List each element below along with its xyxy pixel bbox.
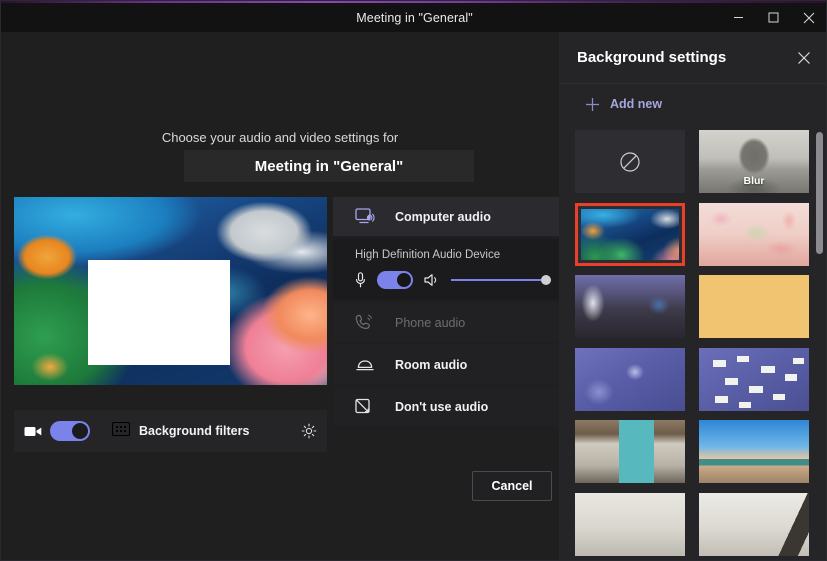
sticky-notes-art [699,348,809,411]
meeting-title-banner: Meeting in "General" [184,150,474,182]
teams-meeting-prejoin-window: Meeting in "General" Choose your audio a… [0,0,827,561]
add-new-background-button[interactable]: Add new [559,84,827,124]
speaker-icon [424,273,440,287]
panel-title: Background settings [577,49,726,66]
background-thumbnail-none[interactable] [575,130,685,193]
background-thumbnail-colorful-bookshelf[interactable] [699,275,809,338]
audio-option-label: Phone audio [395,316,465,330]
background-thumbnail-blur[interactable]: Blur [699,130,809,193]
phone-audio-icon [355,314,377,332]
background-thumbnail-sticky-notes[interactable] [699,348,809,411]
volume-slider[interactable] [451,273,551,287]
plus-icon [585,97,600,112]
microphone-icon [355,272,366,288]
audio-option-computer-audio[interactable]: Computer audio [333,197,561,236]
computer-audio-icon [355,208,377,226]
background-thumbnail-pink-fairground[interactable] [699,203,809,266]
video-preview-controls: Background filters [14,410,327,452]
cancel-button[interactable]: Cancel [472,471,552,501]
pink-fairground-art [699,203,809,266]
close-icon[interactable] [797,51,811,65]
maximize-button[interactable] [756,3,791,32]
camera-toggle[interactable] [50,421,90,441]
prejoin-prompt: Choose your audio and video settings for [2,130,558,145]
audio-device-block: High Definition Audio Device [333,239,561,300]
background-thumbnail-white-room-corner[interactable] [699,493,809,556]
background-thumbnail-office-lounge[interactable] [575,420,685,483]
white-room-corner-art [699,493,809,556]
background-thumbnail-desert-sky[interactable] [699,420,809,483]
window-controls [721,3,826,32]
video-preview[interactable] [14,197,327,385]
audio-option-dont-use-audio[interactable]: Don't use audio [333,387,561,426]
audio-option-phone-audio[interactable]: Phone audio [333,303,561,342]
coral-reef-art [581,209,679,260]
background-thumbnail-white-room[interactable] [575,493,685,556]
microphone-toggle[interactable] [377,271,413,289]
background-filters-icon [112,422,130,441]
audio-option-label: Computer audio [395,210,491,224]
background-thumbnail-soft-blue[interactable] [575,348,685,411]
volume-slider-knob[interactable] [541,275,551,285]
desert-sky-art [699,420,809,483]
office-lounge-art [575,420,685,483]
background-thumbnail-living-room[interactable] [575,275,685,338]
room-audio-icon [355,357,377,373]
audio-device-controls [355,271,561,289]
video-preview-redaction-box [88,260,230,365]
add-new-label: Add new [610,97,662,111]
white-room-art [575,493,685,556]
audio-option-room-audio[interactable]: Room audio [333,345,561,384]
microphone-toggle-knob [397,273,411,287]
panel-vertical-scrollbar-thumb[interactable] [816,132,823,254]
panel-header: Background settings [559,32,827,84]
window-accent-bar [1,1,827,3]
no-background-icon [575,130,685,193]
minimize-button[interactable] [721,3,756,32]
living-room-art [575,275,685,338]
soft-blue-art [575,348,685,411]
audio-option-label: Room audio [395,358,467,372]
close-button[interactable] [791,3,826,32]
audio-device-name: High Definition Audio Device [355,249,561,261]
background-thumbnail-caption: Blur [699,175,809,187]
window-title: Meeting in "General" [356,11,473,25]
panel-vertical-scrollbar[interactable] [816,132,823,561]
colorful-bookshelf-art [699,275,809,338]
background-filters-button[interactable]: Background filters [112,422,249,441]
camera-toggle-knob [72,423,88,439]
meeting-title-text: Meeting in "General" [255,158,403,175]
audio-option-label: Don't use audio [395,400,488,414]
camera-icon [24,425,42,438]
title-bar: Meeting in "General" [1,3,827,32]
background-filters-label: Background filters [139,424,249,438]
audio-options-list: Computer audio High Definition Audio Dev… [333,197,561,429]
gear-icon[interactable] [301,423,317,439]
background-thumbnail-coral-reef[interactable] [575,203,685,266]
background-thumbnail-grid: Blur [559,124,827,556]
prejoin-main-pane: Choose your audio and video settings for… [2,32,558,561]
no-audio-icon [355,398,377,415]
background-settings-panel: Background settings Add new [559,32,827,561]
volume-slider-track [451,279,551,281]
